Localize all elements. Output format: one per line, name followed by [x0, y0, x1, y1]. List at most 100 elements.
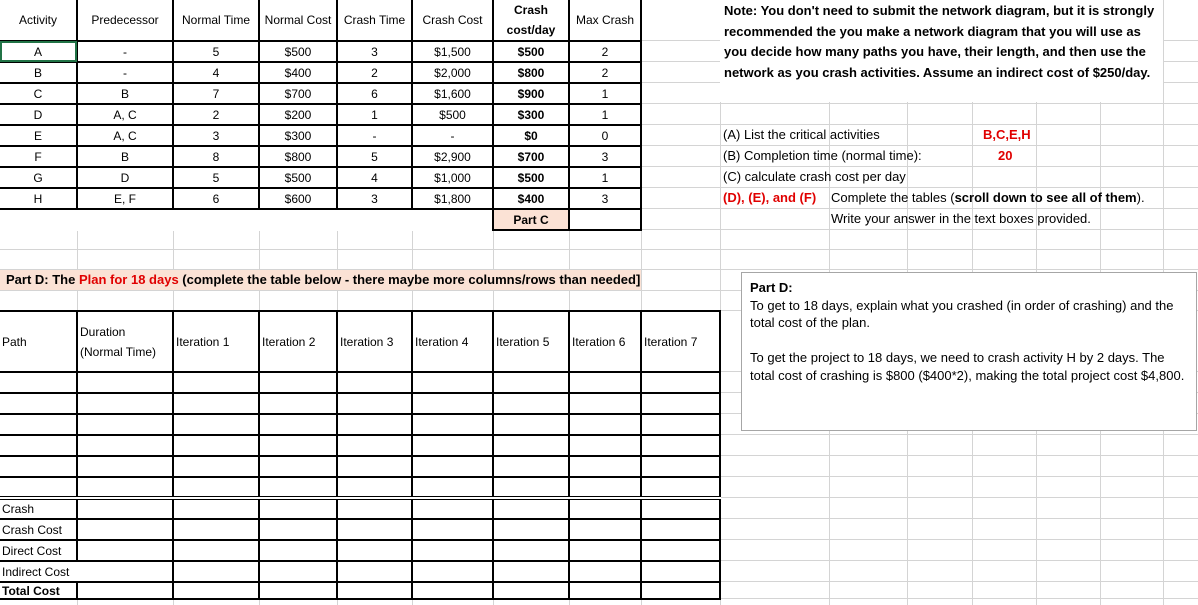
path-cell[interactable] — [258, 392, 338, 415]
summary-cell[interactable] — [76, 518, 174, 541]
path-cell[interactable] — [492, 476, 570, 499]
path-cell[interactable] — [411, 476, 494, 499]
summary-cell[interactable] — [172, 581, 260, 600]
cell-activity[interactable]: B — [0, 61, 78, 84]
cell-normal-cost[interactable]: $500 — [258, 40, 338, 63]
cell-normal-cost[interactable]: $200 — [258, 103, 338, 126]
cell-predecessor[interactable]: B — [76, 145, 174, 168]
cell-crash-cost[interactable]: $1,800 — [411, 187, 494, 210]
summary-cell[interactable] — [568, 560, 642, 583]
cell-crash-cost[interactable]: - — [411, 124, 494, 147]
path-cell[interactable] — [411, 434, 494, 457]
summary-cell[interactable] — [172, 560, 260, 583]
blank-cell[interactable] — [173, 209, 259, 230]
path-cell[interactable] — [0, 434, 78, 457]
cell-normal-time[interactable]: 4 — [172, 61, 260, 84]
blank-cell[interactable] — [0, 209, 77, 230]
cell-max-crash[interactable]: 1 — [568, 103, 642, 126]
path-cell[interactable] — [568, 455, 642, 478]
blank-cell[interactable] — [337, 209, 412, 230]
summary-cell[interactable] — [172, 496, 260, 520]
cell-activity[interactable]: F — [0, 145, 78, 168]
part-d-textbox[interactable]: Part D: To get to 18 days, explain what … — [741, 272, 1197, 431]
summary-cell[interactable] — [336, 560, 413, 583]
path-cell[interactable] — [568, 392, 642, 415]
summary-cell[interactable] — [336, 518, 413, 541]
path-cell[interactable] — [492, 413, 570, 436]
summary-cell[interactable] — [492, 518, 570, 541]
cell-crash-cost-per-day[interactable]: $900 — [492, 82, 570, 105]
cell-max-crash[interactable]: 2 — [568, 40, 642, 63]
cell-crash-cost[interactable]: $500 — [411, 103, 494, 126]
cell-crash-cost-per-day[interactable]: $500 — [492, 166, 570, 189]
cell-crash-time[interactable]: 2 — [336, 61, 413, 84]
summary-cell[interactable] — [258, 496, 338, 520]
summary-cell[interactable] — [336, 581, 413, 600]
cell-crash-cost[interactable]: $1,500 — [411, 40, 494, 63]
part-c-answer-cell[interactable] — [568, 208, 642, 231]
cell-activity[interactable]: A — [0, 40, 78, 63]
summary-cell[interactable] — [76, 581, 174, 600]
path-cell[interactable] — [568, 371, 642, 394]
summary-cell[interactable] — [411, 581, 494, 600]
path-cell[interactable] — [411, 371, 494, 394]
cell-normal-cost[interactable]: $500 — [258, 166, 338, 189]
cell-crash-cost-per-day[interactable]: $0 — [492, 124, 570, 147]
cell-activity[interactable]: G — [0, 166, 78, 189]
iteration-header-iteration-7[interactable]: Iteration 7 — [640, 310, 721, 373]
path-cell[interactable] — [492, 371, 570, 394]
cell-predecessor[interactable]: A, C — [76, 124, 174, 147]
path-cell[interactable] — [336, 476, 413, 499]
summary-cell[interactable] — [172, 539, 260, 562]
summary-cell[interactable] — [258, 539, 338, 562]
path-cell[interactable] — [76, 371, 174, 394]
cell-crash-time[interactable]: 5 — [336, 145, 413, 168]
textbox-answer[interactable]: To get the project to 18 days, we need t… — [750, 349, 1188, 384]
cell-activity[interactable]: C — [0, 82, 78, 105]
summary-cell[interactable] — [640, 560, 721, 583]
path-cell[interactable] — [172, 455, 260, 478]
cell-normal-cost[interactable]: $300 — [258, 124, 338, 147]
path-cell[interactable] — [258, 476, 338, 499]
summary-cell[interactable] — [172, 518, 260, 541]
cell-crash-time[interactable]: 1 — [336, 103, 413, 126]
cell-max-crash[interactable]: 1 — [568, 82, 642, 105]
cell-normal-time[interactable]: 5 — [172, 166, 260, 189]
summary-cell[interactable] — [76, 539, 174, 562]
path-cell[interactable] — [76, 455, 174, 478]
summary-cell[interactable] — [336, 496, 413, 520]
summary-label[interactable]: Direct Cost — [0, 539, 78, 562]
cell-crash-cost-per-day[interactable]: $300 — [492, 103, 570, 126]
summary-cell[interactable] — [640, 539, 721, 562]
header-crash-time[interactable]: Crash Time — [336, 0, 413, 42]
blank-cell[interactable] — [259, 209, 337, 230]
cell-predecessor[interactable]: - — [76, 40, 174, 63]
cell-predecessor[interactable]: B — [76, 82, 174, 105]
path-cell[interactable] — [76, 413, 174, 436]
summary-cell[interactable] — [76, 496, 174, 520]
cell-crash-cost-per-day[interactable]: $700 — [492, 145, 570, 168]
path-cell[interactable] — [640, 413, 721, 436]
header-predecessor[interactable]: Predecessor — [76, 0, 174, 42]
path-cell[interactable] — [492, 455, 570, 478]
iteration-header-iteration-5[interactable]: Iteration 5 — [492, 310, 570, 373]
path-cell[interactable] — [0, 413, 78, 436]
cell-crash-time[interactable]: 4 — [336, 166, 413, 189]
iteration-header-iteration-6[interactable]: Iteration 6 — [568, 310, 642, 373]
summary-cell[interactable] — [258, 581, 338, 600]
path-cell[interactable] — [258, 434, 338, 457]
cell-crash-cost[interactable]: $1,600 — [411, 82, 494, 105]
cell-max-crash[interactable]: 1 — [568, 166, 642, 189]
path-cell[interactable] — [640, 392, 721, 415]
iteration-header-iteration-1[interactable]: Iteration 1 — [172, 310, 260, 373]
path-cell[interactable] — [568, 434, 642, 457]
path-cell[interactable] — [336, 434, 413, 457]
part-c-label[interactable]: Part C — [492, 208, 570, 231]
iteration-header-iteration-2[interactable]: Iteration 2 — [258, 310, 338, 373]
summary-cell[interactable] — [411, 560, 494, 583]
summary-cell[interactable] — [411, 496, 494, 520]
summary-cell[interactable] — [568, 539, 642, 562]
cell-max-crash[interactable]: 3 — [568, 145, 642, 168]
iteration-header-duration[interactable]: Duration (Normal Time) — [76, 310, 174, 373]
iteration-header-path[interactable]: Path — [0, 310, 78, 373]
